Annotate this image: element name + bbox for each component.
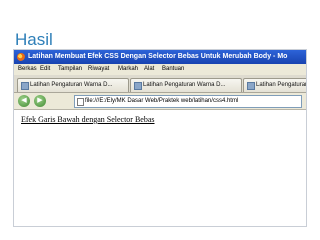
address-bar[interactable]: file:///E:/Ely/MK Dasar Web/Praktek web/… bbox=[74, 95, 302, 108]
page-icon bbox=[247, 82, 255, 90]
page-icon bbox=[77, 98, 84, 106]
tab-label: Latihan Pengaturan Warna D... bbox=[30, 82, 113, 88]
tab-3[interactable]: Latihan Pengaturan Warna D... bbox=[243, 78, 306, 92]
slide-title: Hasil bbox=[15, 30, 53, 49]
page-content: Efek Garis Bawah dengan Selector Bebas bbox=[14, 110, 306, 226]
firefox-icon bbox=[17, 53, 25, 61]
tab-2[interactable]: Latihan Pengaturan Warna D... bbox=[130, 78, 242, 92]
tab-label: Latihan Pengaturan Warna D... bbox=[143, 82, 226, 88]
back-arrow-icon[interactable]: ◀ bbox=[18, 95, 30, 107]
forward-arrow-icon[interactable]: ▶ bbox=[34, 95, 46, 107]
navigation-bar: ◀ ▶ file:///E:/Ely/MK Dasar Web/Praktek … bbox=[14, 93, 306, 110]
menu-item-bantuan[interactable]: Bantuan bbox=[162, 64, 184, 75]
menu-item-riwayat[interactable]: Riwayat bbox=[88, 64, 109, 75]
page-heading: Efek Garis Bawah dengan Selector Bebas bbox=[21, 115, 155, 124]
page-icon bbox=[21, 82, 29, 90]
menu-bar: Berkas Edit Tampilan Riwayat Markah Alat… bbox=[14, 64, 306, 75]
window-titlebar: Latihan Membuat Efek CSS Dengan Selector… bbox=[14, 50, 306, 64]
page-icon bbox=[134, 82, 142, 90]
menu-item-tampilan[interactable]: Tampilan bbox=[58, 64, 82, 75]
menu-item-alat[interactable]: Alat bbox=[144, 64, 154, 75]
menu-item-markah[interactable]: Markah bbox=[118, 64, 138, 75]
url-text: file:///E:/Ely/MK Dasar Web/Praktek web/… bbox=[85, 98, 239, 104]
tab-label: Latihan Pengaturan Warna D... bbox=[256, 82, 306, 88]
browser-screenshot: Latihan Membuat Efek CSS Dengan Selector… bbox=[14, 50, 306, 226]
menu-item-edit[interactable]: Edit bbox=[40, 64, 50, 75]
tab-bar: Latihan Pengaturan Warna D... Latihan Pe… bbox=[14, 75, 306, 93]
tab-1[interactable]: Latihan Pengaturan Warna D... bbox=[17, 78, 129, 92]
window-title: Latihan Membuat Efek CSS Dengan Selector… bbox=[28, 53, 288, 60]
menu-item-berkas[interactable]: Berkas bbox=[18, 64, 37, 75]
